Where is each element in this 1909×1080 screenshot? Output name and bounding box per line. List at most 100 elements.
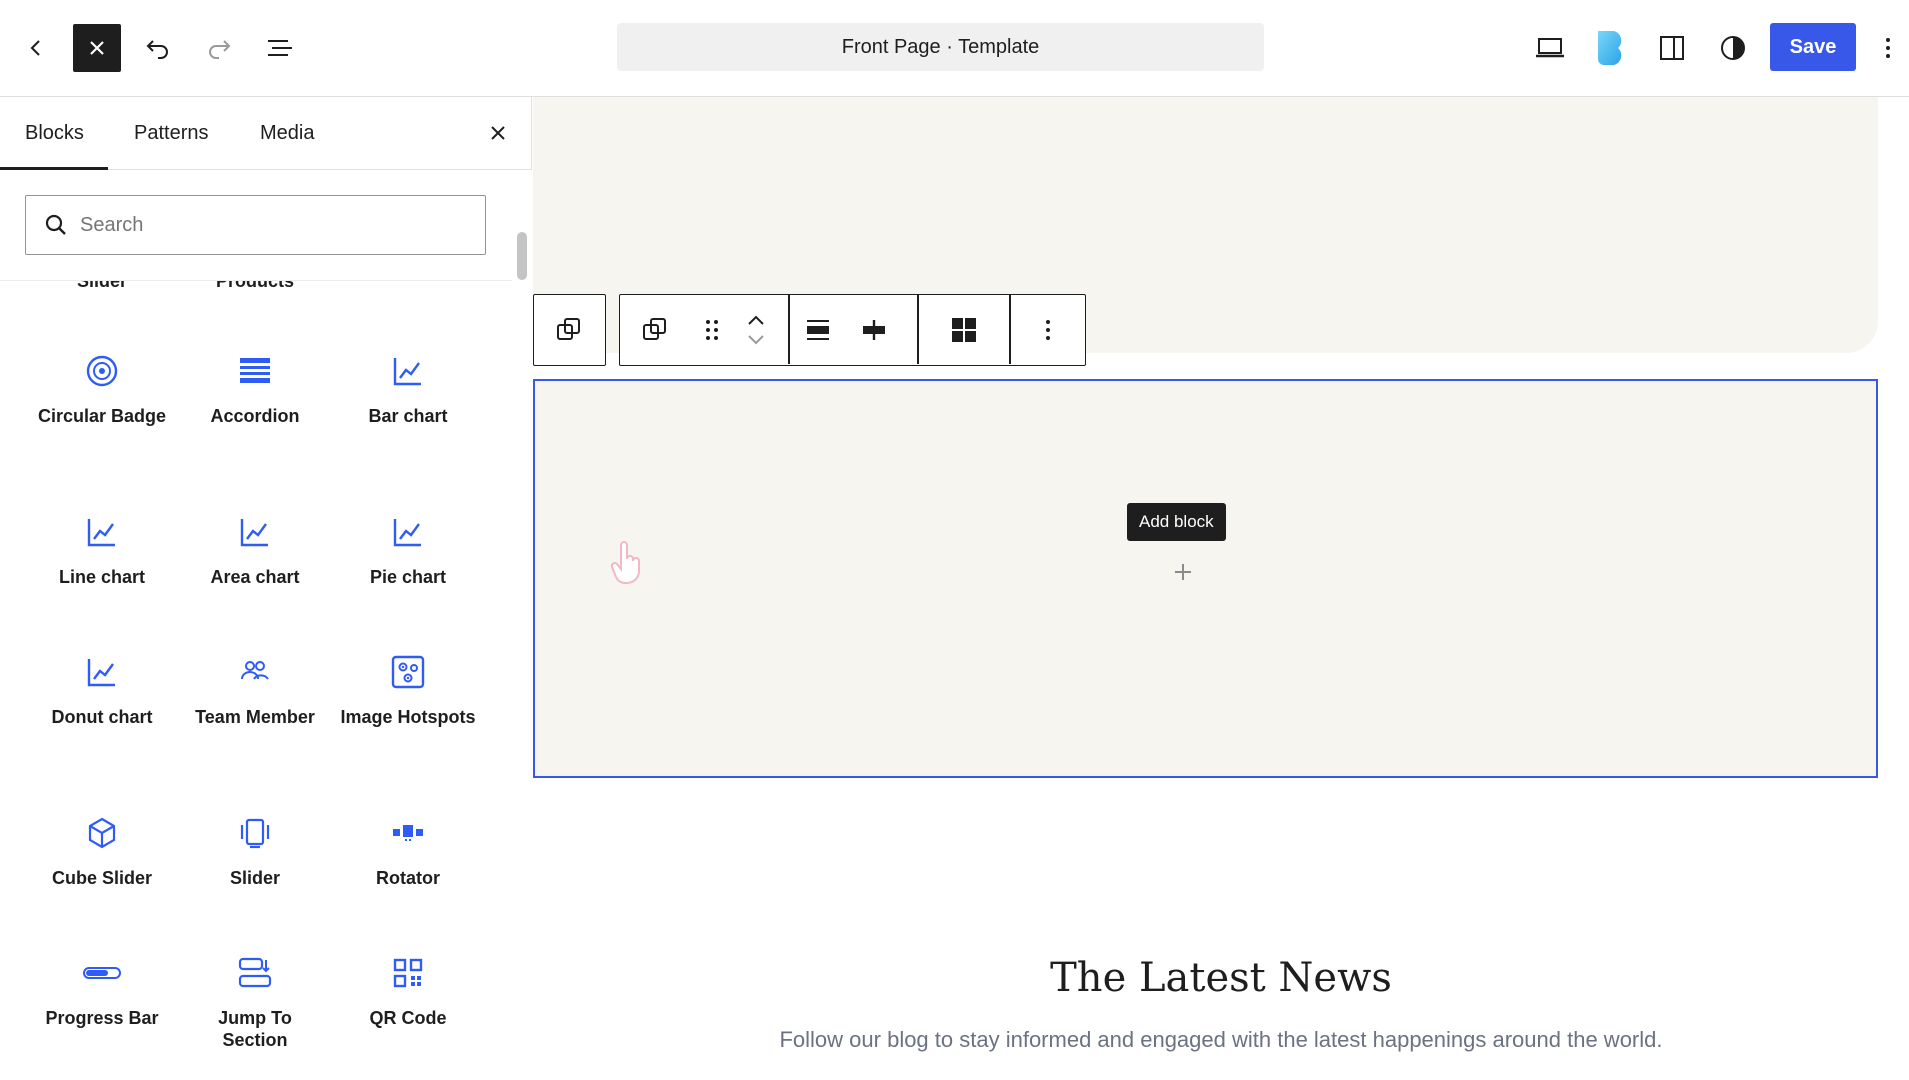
scrollbar-thumb[interactable] [517,232,527,280]
justify-center-icon [863,319,885,340]
inserter-scrollbar[interactable] [512,170,532,1080]
align-button[interactable] [790,295,846,364]
block-label-slider-partial[interactable]: Slider [25,281,179,292]
back-button[interactable] [12,24,60,72]
tab-blocks[interactable]: Blocks [25,97,84,170]
justify-button[interactable] [846,295,902,364]
block-options-button[interactable] [1011,295,1084,364]
rotator-icon [393,825,423,841]
block-donut-chart[interactable]: Donut chart [25,652,179,728]
block-label: Circular Badge [37,406,167,426]
more-vertical-icon [1045,319,1050,340]
block-type-button[interactable] [620,295,690,364]
jump-to-section-icon [238,957,272,988]
block-label: Line chart [58,567,146,587]
block-circular-badge[interactable]: Circular Badge [25,351,179,427]
block-inserter-panel: Blocks Patterns Media Slider Products Ci… [0,97,532,1080]
block-accordion[interactable]: Accordion [178,351,332,427]
pointer-hand-icon [610,541,640,584]
block-label: Image Hotspots [340,707,476,727]
chart-line-icon [240,519,268,547]
block-label-products-partial[interactable]: Products [178,281,332,292]
brand-logo-icon [1598,31,1622,65]
undo-icon [146,40,168,59]
block-search [25,195,486,255]
image-hotspots-icon [391,655,425,689]
block-cube-slider[interactable]: Cube Slider [25,813,179,889]
block-label: Slider [229,868,281,888]
block-team-member[interactable]: Team Member [178,652,332,728]
chevron-up-icon[interactable] [746,314,766,326]
plus-icon [1175,564,1191,580]
options-menu-button[interactable] [1868,24,1908,72]
block-label: Area chart [210,567,300,587]
team-member-icon [241,661,269,680]
block-area-chart[interactable]: Area chart [178,512,332,588]
move-block-controls[interactable] [734,295,778,364]
styles-button[interactable] [1709,24,1757,72]
progress-bar-icon [83,967,121,979]
news-section-subtitle[interactable]: Follow our blog to stay informed and eng… [533,1027,1909,1053]
block-slider[interactable]: Slider [178,813,332,889]
block-label: Jump To Section [218,1008,292,1050]
block-pie-chart[interactable]: Pie chart [331,512,485,588]
block-label: Progress Bar [45,1008,159,1028]
news-section-title[interactable]: The Latest News [533,955,1909,1001]
selected-group-block[interactable]: Add block [533,379,1878,778]
block-tools-group [619,294,1086,366]
add-block-button[interactable] [1169,558,1197,586]
search-input[interactable] [80,196,470,254]
select-parent-button[interactable] [534,295,604,364]
block-image-hotspots[interactable]: Image Hotspots [331,652,485,728]
undo-button[interactable] [134,24,182,72]
block-label: Pie chart [369,567,447,587]
device-preview-button[interactable] [1526,24,1574,72]
chart-line-icon [393,519,421,547]
block-qr-code[interactable]: QR Code [331,953,485,1029]
toggle-settings-sidebar-button[interactable] [1648,24,1696,72]
inserter-tabs: Blocks Patterns Media [0,97,532,170]
drag-handle-icon [706,319,718,340]
close-icon [90,41,104,55]
editor-header: Front Page · Template Save [0,0,1909,97]
block-label: Donut chart [51,707,153,727]
redo-icon [209,40,231,59]
grid-layout-icon [952,317,976,342]
group-block-icon [557,317,580,340]
layout-button[interactable] [919,295,1009,364]
chart-line-icon [87,659,115,687]
block-jump-to-section[interactable]: Jump To Section [178,953,332,1051]
editor-canvas: Add block The Latest News Follow our blo… [533,97,1909,1080]
sidebar-icon [1660,36,1684,60]
chevron-left-icon [30,40,40,56]
cube-icon [88,817,116,849]
tab-patterns[interactable]: Patterns [134,97,208,170]
active-tab-indicator [0,167,108,170]
block-list: Slider Products Circular Badge Accordion… [0,280,512,1080]
slider-icon [240,818,270,849]
chevron-down-icon[interactable] [746,334,766,346]
block-progress-bar[interactable]: Progress Bar [25,953,179,1029]
save-button[interactable]: Save [1770,23,1856,71]
close-inserter-button[interactable] [73,24,121,72]
document-title-bar[interactable]: Front Page · Template [617,23,1264,71]
more-vertical-icon [1886,38,1890,58]
document-overview-button[interactable] [256,24,304,72]
brand-plugin-button[interactable] [1587,24,1635,72]
block-label: Rotator [376,868,440,888]
block-rotator[interactable]: Rotator [331,813,485,889]
close-panel-button[interactable] [480,115,516,151]
drag-handle[interactable] [690,295,734,364]
search-icon [45,214,66,235]
redo-button[interactable] [195,24,243,72]
parent-selector-group [533,294,606,366]
block-label: Cube Slider [51,868,153,888]
group-block-icon [643,317,666,340]
laptop-icon [1536,38,1564,58]
block-label: QR Code [369,1008,447,1028]
qr-code-icon [393,958,423,988]
block-label: Team Member [195,707,315,727]
tab-media[interactable]: Media [260,97,314,170]
block-bar-chart[interactable]: Bar chart [331,351,485,427]
block-line-chart[interactable]: Line chart [25,512,179,588]
